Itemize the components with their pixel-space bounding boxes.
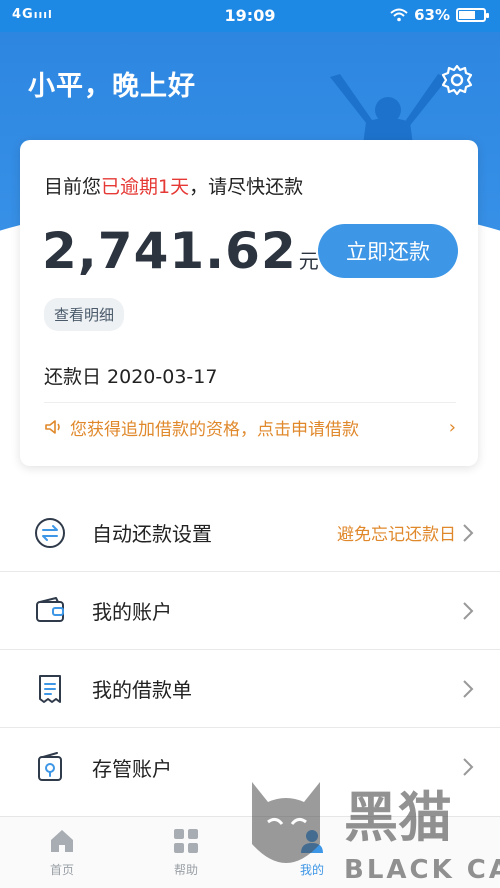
menu-item-label: 我的借款单 (92, 678, 192, 702)
document-icon (39, 674, 61, 703)
overdue-notice: 目前您已逾期1天，请尽快还款 (44, 176, 304, 198)
menu-item-my-account[interactable]: 我的账户 (0, 572, 500, 650)
menu-item-label: 我的账户 (92, 600, 172, 624)
bill-card: 目前您已逾期1天，请尽快还款 2,741.62 元 立即还款 查看明细 还款日 2… (20, 140, 478, 466)
tab-help[interactable]: 帮助 (146, 827, 226, 878)
due-date: 还款日 2020-03-17 (44, 366, 218, 388)
card-divider (44, 402, 456, 403)
menu-item-my-loans[interactable]: 我的借款单 (0, 650, 500, 728)
amount-due: 2,741.62 元 (42, 222, 320, 280)
menu-item-hint: 避免忘记还款日 (337, 525, 456, 545)
watermark-en-text: BLACK CAT (344, 855, 500, 885)
overdue-days: 已逾期1天 (101, 176, 190, 198)
amount-unit: 元 (298, 249, 320, 273)
menu-item-label: 存管账户 (92, 756, 172, 781)
tab-home[interactable]: 首页 (22, 827, 102, 878)
promo-text: 您获得追加借款的资格，点击申请借款 (70, 419, 359, 440)
pay-now-button[interactable]: 立即还款 (318, 224, 458, 278)
promo-banner[interactable]: 您获得追加借款的资格，点击申请借款 › (44, 412, 456, 442)
view-details-button[interactable]: 查看明细 (44, 298, 125, 331)
account-menu: 自动还款设置 避免忘记还款日 我的账户 我的借款单 存管账户 (0, 494, 500, 806)
wallet-icon (36, 596, 64, 622)
blackcat-watermark-logo: 黑猫 BLACK CAT (252, 782, 500, 885)
home-icon (51, 830, 73, 852)
grid-icon (174, 829, 198, 853)
chevron-right-icon (463, 601, 474, 620)
chevron-right-icon (463, 679, 474, 698)
status-right: 63% (390, 6, 489, 24)
chevron-right-icon: › (448, 416, 456, 438)
watermark-cn-text: 黑猫 (344, 786, 452, 849)
chevron-right-icon (463, 523, 474, 542)
menu-item-label: 自动还款设置 (92, 522, 212, 546)
auto-repay-icon (35, 517, 65, 548)
battery-icon (456, 8, 489, 22)
speaker-icon (45, 420, 60, 434)
battery-percent: 63% (414, 6, 450, 24)
lock-account-icon (38, 752, 62, 781)
gear-icon[interactable] (440, 63, 474, 97)
menu-item-auto-repay[interactable]: 自动还款设置 避免忘记还款日 (0, 494, 500, 572)
wifi-icon (390, 8, 408, 22)
status-bar: 4Gıııl 19:09 63% (0, 0, 500, 32)
greeting-title: 小平，晚上好 (28, 71, 196, 102)
